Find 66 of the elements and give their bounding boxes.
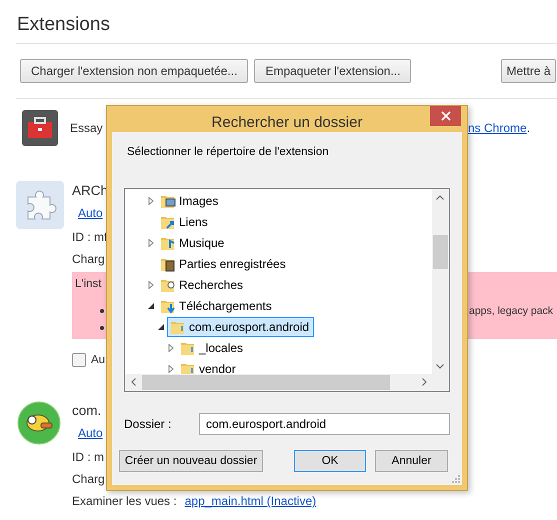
scroll-right-icon[interactable] [422,378,427,386]
folder-label: Dossier : [124,417,172,431]
tree-item-label: _locales [199,340,244,354]
expand-arrow-icon[interactable] [147,238,155,246]
period-text: . [526,121,530,135]
tree-item-label: Images [179,194,218,208]
tree-item[interactable]: Liens [157,212,213,232]
view-link[interactable]: app_main.html (Inactive) [184,494,316,508]
store-link[interactable]: ns Chrome [468,121,527,135]
tree-item[interactable]: Téléchargements [157,296,277,316]
scroll-thumb[interactable] [142,375,390,390]
tree-item-label: Téléchargements [179,298,272,312]
tree-item-label: Parties enregistrées [179,256,286,270]
dialog-button[interactable]: OK [294,450,366,472]
checkbox-label: Au [91,354,106,366]
horizontal-scrollbar[interactable] [125,374,449,391]
tree-item[interactable]: Recherches [157,274,248,294]
bullet-icon [100,326,104,330]
tree-item-label: vendor [199,362,236,376]
inspect-label: Examiner les vues : [72,494,177,508]
toolbar-button[interactable]: Empaqueter l'extension... [254,59,412,83]
warning-text: L'inst [75,278,102,290]
tree-item[interactable]: Musique [157,232,230,252]
toolbar-button[interactable]: Charger l'extension non empaquetée... [20,59,248,83]
tree-item-label: Liens [179,214,208,228]
extension-id: ID : m [72,450,104,464]
details-link[interactable]: Auto [78,206,103,220]
bullet-icon [100,309,104,313]
extension-name: com. [72,402,102,418]
close-button[interactable] [430,106,461,126]
load-path: Charg [72,252,105,266]
dialog-prompt: Sélectionner le répertoire de l'extension [127,146,330,160]
scroll-left-icon[interactable] [131,378,136,386]
tree-item[interactable]: com.eurosport.android [167,316,314,336]
tree-item-label: Musique [179,236,224,250]
folder-input[interactable]: com.eurosport.android [199,413,450,435]
expand-arrow-icon[interactable] [147,196,155,204]
close-icon [440,111,450,121]
dialog-title: Rechercher un dossier [212,114,362,130]
checkbox[interactable] [72,353,86,367]
scroll-down-icon[interactable] [436,364,444,369]
scroll-up-icon[interactable] [436,195,444,200]
puzzle-icon [16,181,64,229]
tree-item-label: Recherches [179,278,244,292]
dialog-button[interactable]: Annuler [375,450,448,472]
expand-arrow-icon[interactable] [167,364,175,372]
bird-icon [17,401,61,445]
tree-item[interactable]: Images [157,190,224,210]
resize-grip-icon[interactable] [452,475,460,483]
toolbox-icon [22,110,58,146]
vertical-scrollbar[interactable] [432,189,449,375]
tree-item-label: com.eurosport.android [189,320,310,334]
load-path: Charg [72,472,105,486]
scroll-thumb[interactable] [433,235,448,269]
promo-text: Essay [70,121,104,135]
expand-arrow-icon[interactable] [147,280,155,288]
details-link[interactable]: Auto [78,426,103,440]
dialog-button[interactable]: Créer un nouveau dossier [119,450,263,472]
collapse-arrow-icon[interactable] [157,322,165,330]
collapse-arrow-icon[interactable] [147,302,155,310]
tree-item[interactable]: Parties enregistrées [157,254,291,274]
warning-item: apps, legacy pack [469,305,554,317]
expand-arrow-icon[interactable] [167,344,175,352]
tree-item[interactable]: _locales [177,338,248,358]
page-title: Extensions [16,13,111,37]
toolbar-button[interactable]: Mettre à [501,59,556,83]
